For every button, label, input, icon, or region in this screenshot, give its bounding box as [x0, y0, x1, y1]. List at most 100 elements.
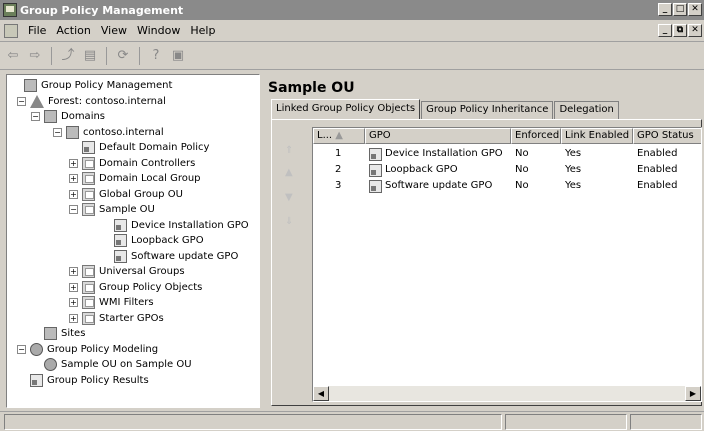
mdi-close-button[interactable]: ✕ [688, 24, 702, 37]
tab-panel: ⇑ ▲ ▼ ⇓ L... ▲ GPO Enforced Link Enabled… [271, 119, 702, 406]
forward-icon[interactable]: ⇨ [26, 47, 44, 65]
mdi-restore-button[interactable]: ⧉ [673, 24, 687, 37]
move-down-icon[interactable]: ▼ [285, 192, 293, 203]
menu-help[interactable]: Help [190, 24, 215, 37]
tree-item[interactable]: + WMI Filters [69, 295, 154, 310]
tree-item[interactable]: Group Policy Results [30, 373, 149, 388]
tree-item[interactable]: Loopback GPO [114, 233, 204, 248]
gpo-link-icon [114, 234, 127, 247]
tree-item[interactable]: + Group Policy Objects [69, 280, 202, 295]
gpm-app-icon[interactable] [3, 3, 17, 17]
help-icon[interactable]: ? [147, 47, 165, 65]
collapse-icon[interactable]: − [31, 112, 40, 121]
tree-item[interactable]: Group Policy Management [24, 78, 172, 93]
tree-item[interactable]: Sites [44, 326, 85, 341]
tree-item[interactable]: + Starter GPOs [69, 311, 164, 326]
expand-icon[interactable]: + [69, 313, 78, 323]
tree-item[interactable]: Software update GPO [114, 249, 238, 264]
collapse-icon[interactable]: − [69, 205, 78, 214]
pane-splitter[interactable] [262, 70, 265, 410]
col-enforced[interactable]: Enforced [511, 128, 561, 144]
expand-icon[interactable]: + [69, 282, 78, 292]
tab-linked-gpos[interactable]: Linked Group Policy Objects [271, 99, 421, 119]
tree-item[interactable]: − Domains [31, 109, 105, 124]
menu-window[interactable]: Window [137, 24, 180, 37]
tree-item-label: Group Policy Modeling [47, 343, 159, 355]
tree-item[interactable]: + Domain Controllers [69, 156, 195, 171]
tree-item[interactable]: − contoso.internal [53, 125, 164, 140]
gpo-link-icon [114, 218, 127, 232]
tree-item[interactable]: Sample OU on Sample OU [44, 357, 192, 372]
table-row[interactable]: 2 Loopback GPO No Yes Enabled [313, 162, 701, 178]
tree-item-label: Group Policy Results [47, 374, 149, 386]
horizontal-scrollbar[interactable]: ◀ ▶ [313, 385, 701, 401]
minimize-button[interactable]: _ [658, 3, 672, 16]
move-to-top-icon[interactable]: ⇑ [285, 145, 293, 156]
scroll-left-icon[interactable]: ◀ [313, 386, 329, 401]
ou-icon [82, 187, 95, 201]
menu-file[interactable]: File [28, 24, 46, 37]
modeling-icon [30, 342, 43, 356]
mdi-controls: _ ⧉ ✕ [658, 24, 702, 37]
tree-item[interactable]: + Domain Local Group [69, 171, 201, 186]
tree-item-label: Domain Local Group [99, 173, 201, 184]
expand-icon[interactable]: + [69, 158, 78, 168]
console-icon[interactable] [4, 23, 18, 38]
tree-item-label: Universal Groups [99, 266, 185, 277]
move-up-icon[interactable]: ▲ [285, 167, 293, 178]
tree-item-label: Domains [61, 111, 106, 122]
table-row[interactable]: 3 Software update GPO No Yes Enabled [313, 178, 701, 194]
up-icon[interactable]: ⤴ [59, 47, 77, 65]
ou-icon [82, 265, 95, 278]
scroll-right-icon[interactable]: ▶ [685, 386, 701, 401]
move-to-bottom-icon[interactable]: ⇓ [285, 216, 293, 227]
collapse-icon[interactable]: − [53, 127, 62, 137]
tab-gp-inheritance[interactable]: Group Policy Inheritance [421, 101, 554, 119]
console-tree[interactable]: Group Policy Management − Forest: contoso.… [6, 74, 260, 408]
tree-item[interactable]: Default Domain Policy [82, 140, 209, 155]
back-icon[interactable]: ⇦ [4, 47, 22, 65]
menu-action[interactable]: Action [56, 24, 90, 37]
gpo-container-icon [82, 280, 95, 294]
tab-delegation[interactable]: Delegation [554, 101, 619, 119]
domains-icon [44, 110, 57, 123]
mdi-minimize-button[interactable]: _ [658, 24, 672, 37]
expand-icon[interactable]: + [69, 174, 78, 183]
tree-item[interactable]: Device Installation GPO [114, 218, 249, 233]
tree-item[interactable]: − Group Policy Modeling [17, 342, 158, 357]
gpo-link-icon [369, 179, 382, 193]
col-gpo-status[interactable]: GPO Status [633, 128, 701, 144]
tree-item-label: Group Policy Management [41, 80, 173, 91]
tree-item[interactable]: − Sample OU [69, 202, 155, 217]
col-gpo[interactable]: GPO [365, 128, 511, 144]
gpo-link-icon [369, 163, 382, 177]
refresh-icon[interactable]: ⟳ [114, 47, 132, 65]
tree-item[interactable]: + Global Group OU [69, 187, 183, 202]
cell-link-order: 3 [335, 180, 342, 191]
col-link-enabled[interactable]: Link Enabled [561, 128, 633, 144]
collapse-icon[interactable]: − [17, 96, 26, 106]
expand-icon[interactable]: + [69, 298, 78, 307]
properties-icon[interactable]: ▣ [169, 47, 187, 65]
show-hide-tree-icon[interactable]: ▤ [81, 47, 99, 65]
cell-gpo: Loopback GPO [365, 162, 511, 178]
toolbar-separator [51, 46, 52, 65]
table-row[interactable]: 1 Device Installation GPO No Yes Enabled [313, 146, 701, 162]
domain-icon [66, 125, 79, 139]
tree-item-label: WMI Filters [99, 297, 154, 308]
linked-gpo-list[interactable]: L... ▲ GPO Enforced Link Enabled GPO Sta… [312, 127, 702, 402]
expand-icon[interactable]: + [69, 189, 78, 199]
menu-view[interactable]: View [101, 24, 127, 37]
expand-icon[interactable]: + [69, 267, 78, 276]
tree-item[interactable]: + Universal Groups [69, 264, 185, 279]
close-button[interactable]: ✕ [688, 3, 702, 16]
collapse-icon[interactable]: − [17, 344, 26, 354]
page-title: Sample OU [268, 80, 355, 96]
tree-item[interactable]: − Forest: contoso.internal [17, 94, 166, 109]
tab-strip: Linked Group Policy Objects Group Policy… [271, 99, 620, 119]
col-link-order[interactable]: L... ▲ [313, 128, 365, 144]
maximize-button[interactable]: □ [673, 3, 687, 16]
status-pane-main [4, 414, 502, 430]
toolbar-separator [139, 46, 140, 65]
cell-link-order: 2 [335, 164, 342, 175]
